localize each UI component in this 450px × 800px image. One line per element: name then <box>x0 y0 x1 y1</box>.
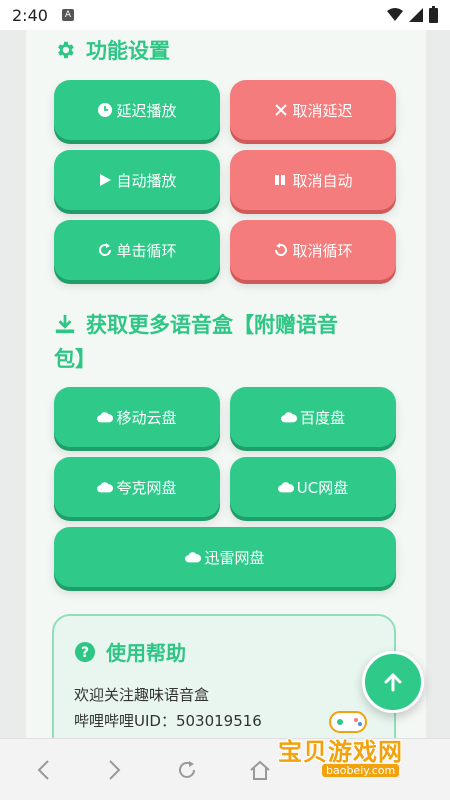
notification-icon: A <box>61 9 74 21</box>
button-label: 百度盘 <box>299 408 345 427</box>
signal-icon <box>409 8 423 22</box>
watermark-logo: 宝贝游戏网 baobeiy.com <box>274 706 424 782</box>
status-bar: 2:40 A <box>0 0 450 30</box>
section-title-features: 功能设置 <box>54 34 374 68</box>
watermark-url: baobeiy.com <box>322 764 400 777</box>
button-label: 夸克网盘 <box>116 478 177 497</box>
home-button[interactable] <box>245 755 275 785</box>
x-icon <box>275 104 288 116</box>
status-time: 2:40 <box>12 5 48 25</box>
button-label: 自动播放 <box>116 171 177 190</box>
xunlei-pan-button[interactable]: 迅雷网盘 <box>54 527 396 587</box>
back-button[interactable] <box>28 755 58 785</box>
chevron-right-icon <box>109 760 121 780</box>
reload-button[interactable] <box>172 755 202 785</box>
baidu-pan-button[interactable]: 百度盘 <box>230 387 396 447</box>
auto-play-button[interactable]: 自动播放 <box>54 150 220 210</box>
arrow-up-icon <box>384 673 402 692</box>
section-title-downloads: 获取更多语音盒【附赠语音 包】 <box>54 308 384 376</box>
chevron-left-icon <box>37 760 49 780</box>
home-icon <box>250 760 270 780</box>
section-title-label-1: 获取更多语音盒【附赠语音 <box>86 313 338 337</box>
help-title-label: 使用帮助 <box>106 641 186 665</box>
svg-text:?: ? <box>81 645 89 661</box>
button-label: 迅雷网盘 <box>204 548 265 567</box>
cancel-delay-button[interactable]: 取消延迟 <box>230 80 396 140</box>
forward-button[interactable] <box>100 755 130 785</box>
help-title: ? 使用帮助 <box>74 636 186 670</box>
wifi-icon <box>387 8 403 21</box>
help-line-1: 欢迎关注趣味语音盒 <box>74 686 210 704</box>
button-label: UC网盘 <box>296 478 349 497</box>
click-loop-button[interactable]: 单击循环 <box>54 220 220 280</box>
pause-icon <box>275 175 286 185</box>
cancel-loop-button[interactable]: 取消循环 <box>230 220 396 280</box>
section-title-label-2: 包】 <box>54 347 96 371</box>
gear-icon <box>58 41 74 59</box>
button-label: 单击循环 <box>116 241 177 260</box>
scroll-top-button[interactable] <box>362 651 424 713</box>
watermark-text: 宝贝游戏网 <box>278 738 403 766</box>
cloud-icon <box>97 412 114 423</box>
undo-icon <box>275 243 288 256</box>
cloud-icon <box>97 482 114 493</box>
help-line-2: 哔哩哔哩UID：503019516 <box>74 712 262 730</box>
battery-icon <box>429 5 438 23</box>
button-label: 移动云盘 <box>116 408 177 427</box>
download-icon <box>55 314 75 334</box>
page-content: 功能设置 延迟播放 取消延迟 自动播放 取消自动 单击循环 取消循环 获取更多语… <box>26 30 426 738</box>
delay-play-button[interactable]: 延迟播放 <box>54 80 220 140</box>
button-label: 延迟播放 <box>116 101 177 120</box>
cloud-icon <box>280 412 297 423</box>
help-icon: ? <box>75 642 95 662</box>
section-title-label: 功能设置 <box>86 39 170 63</box>
clock-icon <box>98 103 113 117</box>
button-label: 取消自动 <box>292 171 353 190</box>
cloud-icon <box>277 482 294 493</box>
cancel-auto-button[interactable]: 取消自动 <box>230 150 396 210</box>
status-icons <box>387 5 438 23</box>
redo-icon <box>99 243 112 256</box>
cloud-icon <box>185 552 202 563</box>
reload-icon <box>179 761 195 778</box>
button-label: 取消延迟 <box>292 101 353 120</box>
play-icon <box>100 174 112 186</box>
quark-pan-button[interactable]: 夸克网盘 <box>54 457 220 517</box>
uc-pan-button[interactable]: UC网盘 <box>230 457 396 517</box>
mobile-cloud-button[interactable]: 移动云盘 <box>54 387 220 447</box>
button-label: 取消循环 <box>292 241 353 260</box>
